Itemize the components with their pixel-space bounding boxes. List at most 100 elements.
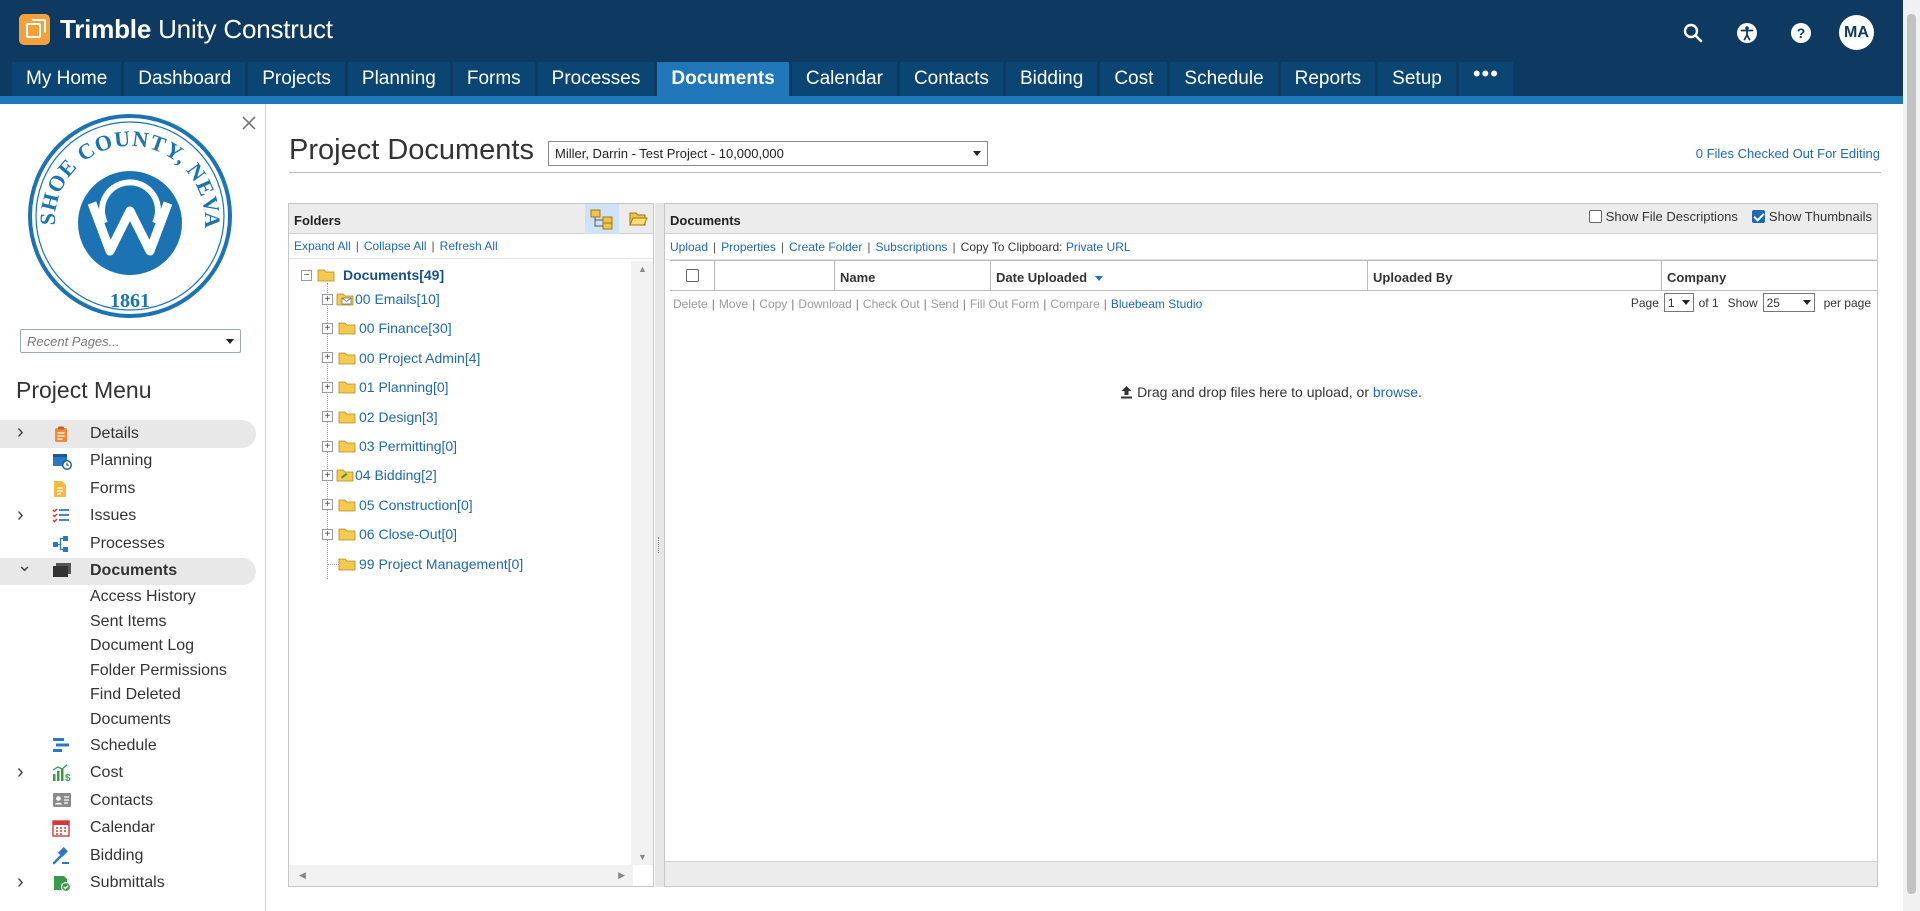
search-icon[interactable]	[1677, 17, 1709, 49]
select-all-checkbox[interactable]	[685, 269, 699, 282]
panel-splitter[interactable]	[655, 203, 664, 887]
chevron-right-icon[interactable]: ›	[17, 504, 27, 527]
menu-item-schedule[interactable]: Schedule	[0, 732, 266, 760]
nav-tab-setup[interactable]: Setup	[1378, 62, 1456, 96]
menu-item-submittals[interactable]: › Submittals	[0, 870, 266, 898]
submenu-item[interactable]: Documents	[90, 708, 266, 733]
open-folder-icon[interactable]	[621, 204, 655, 234]
nav-tab-my-home[interactable]: My Home	[12, 62, 122, 96]
tree-node[interactable]: +00 Finance[30]	[322, 317, 622, 339]
chevron-down-icon[interactable]: ⌄	[17, 555, 32, 576]
submenu-item[interactable]: Sent Items	[90, 610, 266, 635]
menu-item-processes[interactable]: Processes	[0, 530, 266, 558]
menu-item-cost[interactable]: › $ Cost	[0, 760, 266, 788]
expand-icon[interactable]: +	[322, 381, 333, 393]
nav-tab-calendar[interactable]: Calendar	[791, 62, 897, 96]
expand-icon[interactable]: +	[322, 499, 333, 511]
submenu-item[interactable]: Folder Permissions	[90, 659, 266, 684]
scroll-left-icon[interactable]: ◀	[299, 870, 306, 881]
upload-dropzone[interactable]: Drag and drop files here to upload, or b…	[665, 384, 1877, 400]
tree-node[interactable]: +06 Close-Out[0]	[322, 523, 622, 545]
brand[interactable]: Trimble Unity Construct	[19, 14, 333, 45]
tree-node[interactable]: +05 Construction[0]	[322, 494, 622, 516]
properties-link[interactable]: Properties	[721, 240, 776, 254]
scroll-down-icon[interactable]: ▼	[638, 852, 647, 862]
upload-link[interactable]: Upload	[670, 240, 708, 254]
collapse-all-link[interactable]: Collapse All	[364, 239, 427, 253]
close-sidebar-icon[interactable]	[240, 114, 258, 132]
folder-tree-hscroll[interactable]: ◀ ▶	[289, 865, 633, 886]
tree-node[interactable]: +00 Project Admin[4]	[322, 347, 622, 369]
sort-desc-icon	[1094, 276, 1103, 282]
nav-tab-dashboard[interactable]: Dashboard	[124, 62, 246, 96]
submenu-item[interactable]: Document Log	[90, 634, 266, 659]
expand-icon[interactable]: +	[322, 352, 333, 364]
documents-title: Documents	[670, 213, 741, 228]
submenu-item[interactable]: Find Deleted	[90, 683, 266, 708]
page-scrollbar[interactable]	[1903, 0, 1920, 911]
tree-view-icon[interactable]	[585, 204, 619, 234]
page-size-select[interactable]: 25	[1762, 293, 1815, 312]
name-column[interactable]: Name	[835, 261, 991, 290]
bluebeam-studio-link[interactable]: Bluebeam Studio	[1111, 297, 1202, 311]
nav-tab-reports[interactable]: Reports	[1280, 62, 1376, 96]
show-thumbnails-checkbox[interactable]	[1751, 210, 1765, 223]
page-select[interactable]: 1	[1663, 293, 1694, 312]
tree-node[interactable]: 99 Project Management[0]	[322, 553, 622, 575]
menu-item-details[interactable]: › Details	[0, 420, 256, 448]
tree-node[interactable]: +03 Permitting[0]	[322, 435, 622, 457]
nav-tab-planning[interactable]: Planning	[347, 62, 450, 96]
menu-item-forms[interactable]: Forms	[0, 475, 266, 503]
chevron-right-icon[interactable]: ›	[17, 871, 27, 894]
tree-node[interactable]: +01 Planning[0]	[322, 376, 622, 398]
menu-item-calendar[interactable]: Calendar	[0, 815, 266, 843]
project-select[interactable]: Miller, Darrin - Test Project - 10,000,0…	[548, 141, 988, 166]
nav-tab-bidding[interactable]: Bidding	[1005, 62, 1098, 96]
help-icon[interactable]: ?	[1785, 17, 1817, 49]
folder-tree-vscroll[interactable]: ▲ ▼	[631, 261, 653, 865]
nav-tab-projects[interactable]: Projects	[248, 62, 345, 96]
tree-root-documents[interactable]: − Documents[49]	[301, 264, 501, 286]
submenu-item[interactable]: Access History	[90, 585, 266, 610]
chevron-right-icon[interactable]: ›	[17, 761, 27, 784]
expand-icon[interactable]: +	[322, 469, 333, 481]
menu-item-documents[interactable]: ⌄ Documents	[0, 555, 256, 585]
browse-link[interactable]: browse	[1373, 384, 1418, 400]
nav-tab-processes[interactable]: Processes	[537, 62, 655, 96]
nav-tab-cost[interactable]: Cost	[1100, 62, 1168, 96]
date-uploaded-column[interactable]: Date Uploaded	[991, 261, 1368, 290]
refresh-all-link[interactable]: Refresh All	[440, 239, 498, 253]
more-menu-icon[interactable]: •••	[1458, 61, 1513, 96]
recent-pages-select[interactable]: Recent Pages...	[20, 329, 241, 353]
menu-item-contacts[interactable]: Contacts	[0, 787, 266, 815]
expand-icon[interactable]: +	[322, 322, 333, 334]
expand-icon[interactable]: +	[322, 411, 333, 423]
nav-tab-schedule[interactable]: Schedule	[1170, 62, 1278, 96]
scroll-right-icon[interactable]: ▶	[618, 870, 625, 881]
checked-out-link[interactable]: 0 Files Checked Out For Editing	[1696, 146, 1880, 161]
private-url-link[interactable]: Private URL	[1066, 240, 1131, 254]
create-folder-link[interactable]: Create Folder	[789, 240, 862, 254]
expand-icon[interactable]: +	[322, 440, 333, 452]
tree-node[interactable]: +00 Emails[10]	[322, 288, 622, 310]
expand-all-link[interactable]: Expand All	[294, 239, 351, 253]
company-column[interactable]: Company	[1662, 261, 1877, 290]
tree-node[interactable]: +04 Bidding[2]	[322, 464, 622, 486]
menu-item-planning[interactable]: Planning	[0, 448, 266, 476]
collapse-icon[interactable]: −	[301, 269, 312, 281]
tree-node-label: 01 Planning[0]	[359, 379, 449, 396]
menu-item-bidding[interactable]: Bidding	[0, 842, 266, 870]
expand-icon[interactable]: +	[322, 293, 333, 305]
menu-item-issues[interactable]: › Issues	[0, 503, 266, 531]
tree-node[interactable]: +02 Design[3]	[322, 406, 622, 428]
accessibility-icon[interactable]	[1731, 17, 1763, 49]
show-descriptions-checkbox[interactable]	[1588, 210, 1602, 223]
uploaded-by-column[interactable]: Uploaded By	[1368, 261, 1662, 290]
user-avatar[interactable]: MA	[1839, 15, 1874, 50]
nav-tab-forms[interactable]: Forms	[452, 62, 535, 96]
nav-tab-contacts[interactable]: Contacts	[899, 62, 1003, 96]
expand-icon[interactable]: +	[322, 528, 333, 540]
scroll-up-icon[interactable]: ▲	[638, 264, 647, 274]
chevron-right-icon[interactable]: ›	[17, 421, 27, 444]
subscriptions-link[interactable]: Subscriptions	[875, 240, 947, 254]
